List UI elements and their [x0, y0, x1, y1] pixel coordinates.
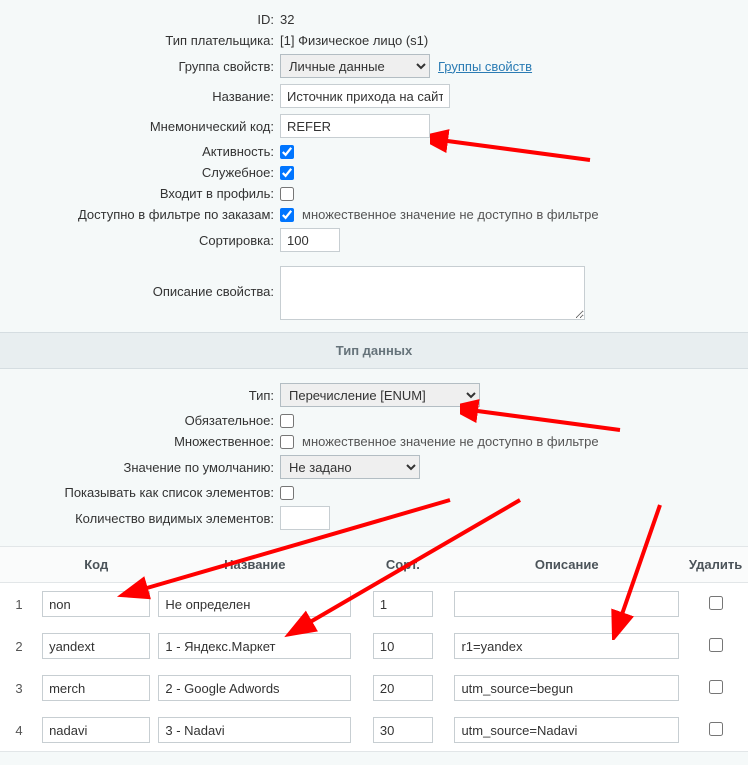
sort-input[interactable] [373, 717, 433, 743]
desc-textarea[interactable] [280, 266, 585, 320]
sort-input[interactable] [373, 675, 433, 701]
active-label: Активность: [0, 144, 280, 159]
profile-checkbox[interactable] [280, 187, 294, 201]
default-label: Значение по умолчанию: [0, 460, 280, 475]
desc-input[interactable] [454, 717, 679, 743]
filter-note: множественное значение не доступно в фил… [302, 207, 599, 222]
mnemo-label: Мнемонический код: [0, 119, 280, 134]
type-label: Тип: [0, 388, 280, 403]
prop-group-label: Группа свойств: [0, 59, 280, 74]
desc-input[interactable] [454, 591, 679, 617]
delete-checkbox[interactable] [709, 722, 723, 736]
multi-note: множественное значение не доступно в фил… [302, 434, 599, 449]
table-row: 2 [0, 625, 748, 667]
service-label: Служебное: [0, 165, 280, 180]
desc-input[interactable] [454, 675, 679, 701]
sort-input[interactable] [373, 591, 433, 617]
desc-label: Описание свойства: [0, 266, 280, 299]
name-input[interactable] [158, 675, 351, 701]
service-checkbox[interactable] [280, 166, 294, 180]
payer-type-label: Тип плательщика: [0, 33, 280, 48]
filter-checkbox[interactable] [280, 208, 294, 222]
sort-input[interactable] [373, 633, 433, 659]
code-input[interactable] [42, 675, 150, 701]
code-input[interactable] [42, 717, 150, 743]
name-input[interactable] [158, 591, 351, 617]
show-list-checkbox[interactable] [280, 486, 294, 500]
name-input[interactable] [158, 717, 351, 743]
table-row: 1 [0, 583, 748, 626]
show-list-label: Показывать как список элементов: [0, 485, 280, 500]
prop-group-select[interactable]: Личные данные [280, 54, 430, 78]
profile-label: Входит в профиль: [0, 186, 280, 201]
required-checkbox[interactable] [280, 414, 294, 428]
filter-label: Доступно в фильтре по заказам: [0, 207, 280, 222]
visible-count-input[interactable] [280, 506, 330, 530]
delete-checkbox[interactable] [709, 638, 723, 652]
row-index: 2 [0, 625, 38, 667]
multi-label: Множественное: [0, 434, 280, 449]
default-select[interactable]: Не задано [280, 455, 420, 479]
th-code: Код [38, 547, 154, 583]
name-input[interactable] [158, 633, 351, 659]
active-checkbox[interactable] [280, 145, 294, 159]
required-label: Обязательное: [0, 413, 280, 428]
enum-table: Код Название Сорт. Описание Удалить 1234 [0, 547, 748, 751]
name-label: Название: [0, 89, 280, 104]
id-value: 32 [280, 12, 294, 27]
th-name: Название [154, 547, 355, 583]
name-input[interactable] [280, 84, 450, 108]
section-header-type: Тип данных [0, 332, 748, 369]
type-select[interactable]: Перечисление [ENUM] [280, 383, 480, 407]
mnemo-input[interactable] [280, 114, 430, 138]
table-row: 3 [0, 667, 748, 709]
th-sort: Сорт. [355, 547, 450, 583]
row-index: 1 [0, 583, 38, 626]
visible-count-label: Количество видимых элементов: [0, 511, 280, 526]
prop-group-link[interactable]: Группы свойств [438, 59, 532, 74]
table-row: 4 [0, 709, 748, 751]
sort-label: Сортировка: [0, 233, 280, 248]
delete-checkbox[interactable] [709, 596, 723, 610]
code-input[interactable] [42, 633, 150, 659]
row-index: 3 [0, 667, 38, 709]
delete-checkbox[interactable] [709, 680, 723, 694]
payer-type-value: [1] Физическое лицо (s1) [280, 33, 428, 48]
row-index: 4 [0, 709, 38, 751]
code-input[interactable] [42, 591, 150, 617]
desc-input[interactable] [454, 633, 679, 659]
sort-input[interactable] [280, 228, 340, 252]
multi-checkbox[interactable] [280, 435, 294, 449]
th-desc: Описание [450, 547, 683, 583]
th-del: Удалить [683, 547, 748, 583]
id-label: ID: [0, 12, 280, 27]
